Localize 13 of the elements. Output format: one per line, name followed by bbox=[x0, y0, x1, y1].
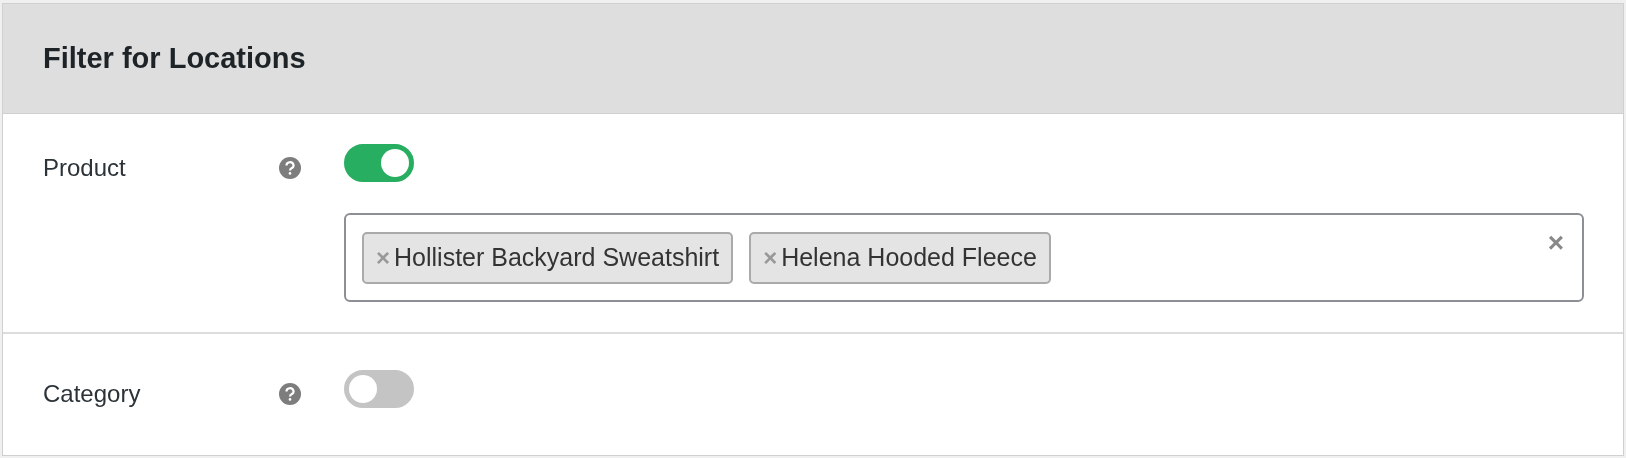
remove-tag-button[interactable]: × bbox=[376, 245, 390, 270]
remove-tag-button[interactable]: × bbox=[763, 245, 778, 270]
tag-label: Helena Hooded Fleece bbox=[781, 241, 1037, 273]
tag-label: Hollister Backyard Sweatshirt bbox=[394, 241, 720, 273]
help-icon[interactable] bbox=[279, 157, 301, 179]
toggle-switch[interactable] bbox=[344, 144, 414, 182]
toggle-switch[interactable] bbox=[344, 370, 414, 408]
field-label: Product bbox=[43, 153, 127, 183]
help-icon[interactable] bbox=[279, 383, 301, 405]
panel-title: Filter for Locations bbox=[43, 40, 306, 76]
clear-button[interactable]: × bbox=[1547, 229, 1564, 257]
field-label: Category bbox=[43, 379, 142, 409]
multi-select-field[interactable]: × Hollister Backyard Sweatshirt × Helena Hooded Fleece × bbox=[344, 213, 1584, 302]
